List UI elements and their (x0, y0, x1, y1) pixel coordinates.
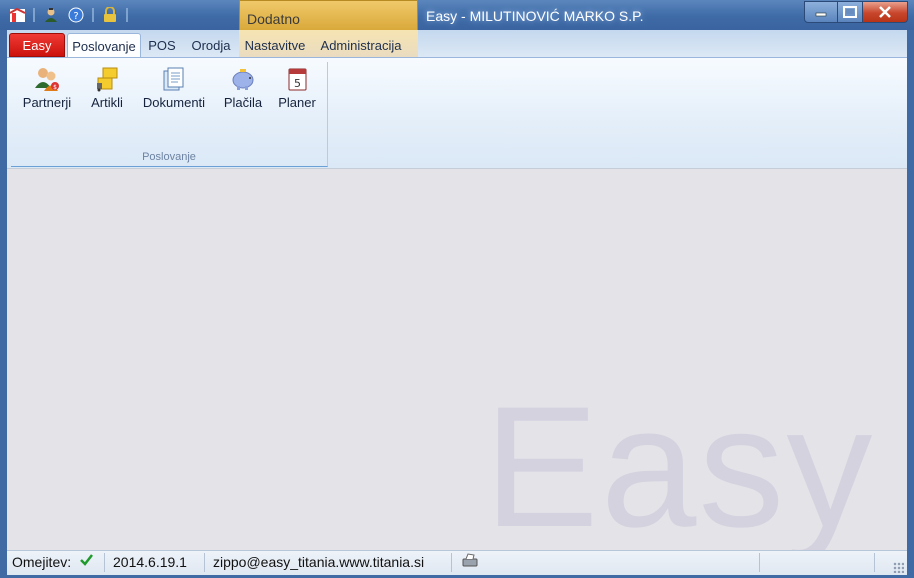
user-icon[interactable] (42, 6, 60, 24)
printer-icon[interactable] (461, 553, 479, 572)
svg-text:$: $ (53, 84, 57, 91)
status-bar: Omejitev: 2014.6.19.1 zippo@easy_titania… (7, 550, 907, 575)
artikli-button[interactable]: Artikli (85, 65, 129, 113)
planer-label: Planer (278, 95, 316, 110)
status-separator (451, 553, 452, 572)
toolbar-separator (92, 8, 94, 22)
ribbon-tab-row: Easy Poslovanje POS Orodja Nastavitve Ad… (7, 30, 907, 58)
partners-icon: $ (33, 65, 61, 93)
app-watermark: Easy (484, 371, 875, 563)
status-separator (874, 553, 875, 572)
planer-button[interactable]: 5 Planer (275, 65, 319, 113)
window-title: Easy - MILUTINOVIĆ MARKO S.P. (426, 8, 644, 24)
status-separator (104, 553, 105, 572)
calendar-icon: 5 (283, 65, 311, 93)
articles-icon (93, 65, 121, 93)
partnerji-label: Partnerji (22, 95, 72, 110)
connection-text: zippo@easy_titania.www.titania.si (213, 554, 425, 570)
check-icon (79, 552, 94, 570)
app-menu-tab[interactable]: Easy (9, 33, 65, 57)
tab-orodja[interactable]: Orodja (189, 33, 233, 57)
status-separator (759, 553, 760, 572)
svg-text:5: 5 (294, 77, 301, 90)
status-separator (204, 553, 205, 572)
ribbon-group-poslovanje: $ Partnerji Artikli Dokumenti Plačila 5 … (11, 62, 328, 167)
app-window: ? Dodatno Easy - MILUTINOVIĆ MARKO S.P. (0, 0, 914, 578)
restriction-label: Omejitev: (12, 554, 72, 570)
maximize-button[interactable] (838, 1, 863, 23)
minimize-button[interactable] (804, 1, 838, 23)
version-text: 2014.6.19.1 (113, 554, 187, 570)
documents-icon (160, 65, 188, 93)
quick-access-toolbar: ? (8, 5, 128, 25)
title-bar: ? Dodatno Easy - MILUTINOVIĆ MARKO S.P. (0, 0, 914, 30)
tab-pos[interactable]: POS (144, 33, 180, 57)
resize-grip[interactable] (893, 562, 904, 573)
maximize-icon (843, 6, 857, 18)
ribbon-panel: $ Partnerji Artikli Dokumenti Plačila 5 … (7, 57, 907, 168)
svg-text:?: ? (73, 11, 78, 22)
placila-label: Plačila (223, 95, 263, 110)
dokumenti-label: Dokumenti (142, 95, 206, 110)
placila-button[interactable]: Plačila (221, 65, 265, 113)
toolbar-separator (33, 8, 35, 22)
tab-administracija[interactable]: Administracija (320, 33, 402, 57)
close-icon (879, 6, 891, 18)
piggy-bank-icon (229, 65, 257, 93)
tab-nastavitve[interactable]: Nastavitve (241, 33, 309, 57)
artikli-label: Artikli (91, 95, 123, 110)
ribbon-group-title: Poslovanje (142, 151, 196, 163)
main-workspace: Easy (7, 168, 907, 563)
context-group-label: Dodatno (247, 11, 300, 27)
close-button[interactable] (863, 1, 908, 23)
dokumenti-button[interactable]: Dokumenti (139, 65, 209, 113)
toolbar-separator (126, 8, 128, 22)
lock-icon[interactable] (101, 6, 119, 24)
window-controls (804, 1, 908, 23)
app-icon[interactable] (8, 6, 26, 24)
partnerji-button[interactable]: $ Partnerji (19, 65, 75, 113)
tab-poslovanje[interactable]: Poslovanje (67, 33, 141, 58)
help-icon[interactable]: ? (67, 6, 85, 24)
minimize-icon (815, 12, 827, 17)
context-tab-group: Dodatno (239, 0, 418, 30)
